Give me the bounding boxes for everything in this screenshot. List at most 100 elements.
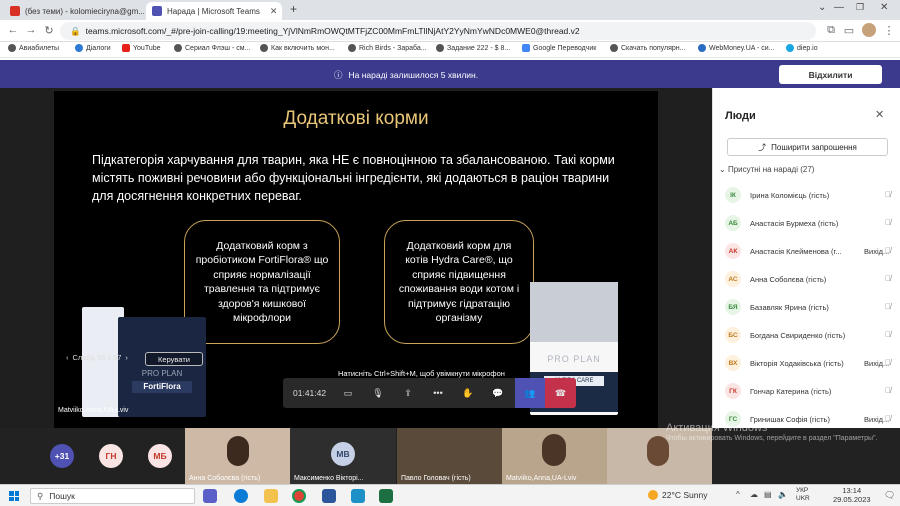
- tab-gmail[interactable]: (без теми) - kolomieciryna@gm... ✕: [4, 2, 144, 20]
- bookmark-item[interactable]: Діалоги: [75, 44, 111, 52]
- raise-hand-button[interactable]: ✋: [453, 378, 483, 408]
- bookmark-item[interactable]: Rich Birds - Зараба...: [348, 44, 427, 52]
- vk-icon: [75, 44, 83, 52]
- participant-row[interactable]: ГК Гончар Катерина (гість) 🎙̸: [725, 376, 900, 404]
- meeting-timer: 01:41:42: [293, 388, 327, 398]
- bookmark-item[interactable]: Как включить мон...: [260, 44, 335, 52]
- tab-teams[interactable]: Нарада | Microsoft Teams ✕: [146, 2, 282, 20]
- mic-off-icon: 🎙̸: [885, 302, 891, 311]
- bookmark-item[interactable]: diep.io: [786, 44, 818, 52]
- video-tile[interactable]: Павло Головач (гість): [397, 428, 502, 484]
- bookmark-item[interactable]: WebMoney.UA - си...: [698, 44, 775, 52]
- reload-icon[interactable]: ↻: [42, 24, 56, 37]
- video-tile[interactable]: МВ Максименко Вікторі...: [290, 428, 396, 484]
- participant-row[interactable]: БС Богдана Свириденко (гість) 🎙̸: [725, 320, 900, 348]
- participant-row[interactable]: АК Анастасія Клейменова (г... Вихід... 🎙̸: [725, 236, 900, 264]
- video-tile[interactable]: Matviiko,Anna,UA-Lviv: [502, 428, 607, 484]
- bookmark-item[interactable]: Скачать популярн...: [610, 44, 685, 52]
- new-tab-button[interactable]: +: [290, 2, 297, 16]
- share-icon: ⤴: [758, 142, 767, 152]
- participant-name: Базавляк Ярина (гість): [750, 303, 829, 312]
- taskbar-search[interactable]: ⚲ Пошук: [30, 488, 195, 504]
- windows-activation-watermark: Активация Windows Чтобы активировать Win…: [666, 422, 878, 442]
- mic-off-icon: 🎙: [372, 387, 384, 398]
- minimize-button[interactable]: —: [834, 2, 844, 13]
- chrome-icon[interactable]: [292, 489, 306, 503]
- info-icon: ⓘ: [334, 70, 343, 80]
- share-button[interactable]: ⇪: [393, 378, 423, 408]
- dismiss-button[interactable]: Відхилити: [779, 65, 882, 84]
- take-control-button[interactable]: Керувати: [145, 352, 203, 366]
- participant-avatar: ІК: [725, 187, 741, 203]
- bookmark-item[interactable]: Авиабилеты: [8, 44, 59, 52]
- participant-row[interactable]: БЯ Базавляк Ярина (гість) 🎙̸: [725, 292, 900, 320]
- excel-icon[interactable]: [379, 489, 393, 503]
- share-invite-button[interactable]: ⤴ Поширити запрошення: [727, 138, 888, 156]
- unmute-hint: Натисніть Ctrl+Shift+M, щоб увімкнути мі…: [338, 369, 505, 378]
- bookmark-item[interactable]: Задание 222 - $ 8...: [436, 44, 510, 52]
- bookmark-item[interactable]: YouTube: [122, 44, 161, 52]
- people-button[interactable]: 👥: [515, 378, 545, 408]
- chat-button[interactable]: 💬: [483, 378, 513, 408]
- video-tile[interactable]: Анна Соболєва (гість): [185, 428, 290, 484]
- url-field[interactable]: 🔒 teams.microsoft.com/_#/pre-join-callin…: [60, 22, 816, 40]
- address-bar-row: ← → ↻ 🔒 teams.microsoft.com/_#/pre-join-…: [0, 20, 900, 42]
- volume-icon[interactable]: 🔈: [778, 490, 788, 499]
- participant-row[interactable]: АС Анна Соболєва (гість) 🎙̸: [725, 264, 900, 292]
- maximize-button[interactable]: ❐: [856, 2, 864, 13]
- participant-video: [227, 436, 249, 466]
- language-indicator[interactable]: УКР UKR: [796, 487, 810, 503]
- fortiflora-pack-image: PRO PLAN FortiFlora: [118, 317, 206, 417]
- globe-icon: [174, 44, 182, 52]
- notifications-icon[interactable]: 🗨: [884, 490, 895, 501]
- more-participants-badge[interactable]: +31: [50, 444, 74, 468]
- back-icon[interactable]: ←: [6, 24, 20, 36]
- url-text: teams.microsoft.com/_#/pre-join-calling/…: [85, 26, 580, 36]
- windows-start-icon[interactable]: [9, 491, 19, 501]
- leave-call-button[interactable]: ☎: [545, 378, 576, 408]
- weather-widget[interactable]: 22°C Sunny: [648, 490, 707, 500]
- participant-avatar: БЯ: [725, 299, 741, 315]
- mic-off-icon: 🎙̸: [885, 414, 891, 423]
- mic-button[interactable]: 🎙: [363, 378, 393, 408]
- mic-off-icon: 🎙̸: [885, 218, 891, 227]
- participant-row[interactable]: ІК Ірина Коломієць (гість) 🎙̸: [725, 180, 900, 208]
- menu-icon[interactable]: ⋮: [882, 24, 896, 37]
- bookmark-item[interactable]: Google Переводчик: [522, 44, 596, 52]
- extensions-icon[interactable]: ⧉: [824, 24, 838, 37]
- edge-icon[interactable]: [234, 489, 248, 503]
- sidebar-icon[interactable]: ▭: [842, 24, 856, 37]
- close-icon[interactable]: ✕: [270, 6, 278, 17]
- task-view-icon[interactable]: [203, 489, 217, 503]
- participant-row[interactable]: АБ Анастасія Бурмеха (гість) 🎙̸: [725, 208, 900, 236]
- close-icon[interactable]: ✕: [875, 108, 884, 121]
- globe-icon: [8, 44, 16, 52]
- attendees-header[interactable]: ⌄ Присутні на нараді (27): [719, 165, 814, 174]
- mail-icon[interactable]: [351, 489, 365, 503]
- participant-avatar: МВ: [331, 442, 355, 466]
- profile-avatar[interactable]: [862, 23, 876, 37]
- network-icon[interactable]: ▤: [764, 490, 772, 499]
- forward-icon[interactable]: →: [24, 24, 38, 36]
- file-explorer-icon[interactable]: [264, 489, 278, 503]
- participant-name: Анастасія Клейменова (г...: [750, 247, 842, 256]
- camera-button[interactable]: ▭: [333, 378, 363, 408]
- banner-message: ⓘ На нараді залишилося 5 хвилин.: [334, 70, 479, 80]
- more-button[interactable]: •••: [423, 378, 453, 408]
- participant-row[interactable]: ВХ Вікторія Ходаківська (гість) Вихід... 🎙̸: [725, 348, 900, 376]
- tray-chevron-icon[interactable]: ^: [736, 490, 740, 499]
- participant-avatar: ГН: [99, 444, 123, 468]
- store-icon[interactable]: [322, 489, 336, 503]
- camera-icon: ▭: [343, 387, 353, 398]
- globe-icon: [348, 44, 356, 52]
- bookmark-item[interactable]: Сериал Флэш - см...: [174, 44, 250, 52]
- hand-icon: ✋: [462, 387, 474, 398]
- clock[interactable]: 13:14 29.05.2023: [833, 486, 871, 504]
- window-close-button[interactable]: ✕: [880, 2, 888, 13]
- participant-avatar: ГК: [725, 383, 741, 399]
- onedrive-icon[interactable]: ☁: [750, 490, 758, 499]
- previous-slide-icon[interactable]: ‹: [66, 353, 69, 362]
- mic-off-icon: 🎙̸: [885, 190, 891, 199]
- next-slide-icon[interactable]: ›: [125, 353, 128, 362]
- tab-search-icon[interactable]: ⌄: [818, 2, 826, 13]
